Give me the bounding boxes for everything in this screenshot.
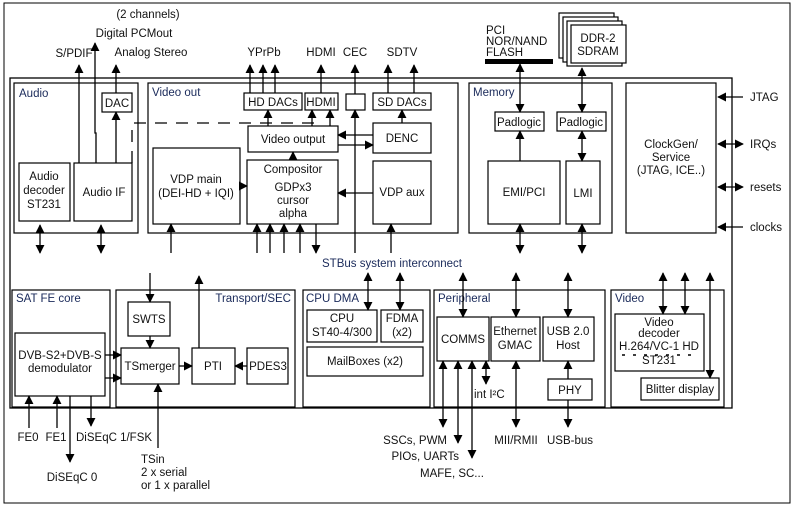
flash-bar	[485, 59, 553, 64]
audio-decoder-label: Audio	[29, 171, 58, 183]
label-mafe: MAFE, SC...	[420, 468, 484, 480]
ethernet-label: Ethernet	[493, 326, 537, 338]
label-2-channels: (2 channels)	[116, 9, 179, 21]
phy-label: PHY	[558, 385, 582, 397]
usb-host-box	[542, 316, 595, 362]
label-tsin: TSin	[141, 454, 165, 466]
svg-text:SDRAM: SDRAM	[577, 46, 619, 58]
label-flash-3: FLASH	[486, 47, 523, 59]
label-mii: MII/RMII	[494, 435, 537, 447]
peripheral-title: Peripheral	[438, 293, 490, 305]
blitter-label: Blitter display	[646, 384, 715, 396]
svg-text:DDR-2: DDR-2	[580, 33, 615, 45]
audio-if-label: Audio IF	[83, 187, 126, 199]
tsmerger-label: TSmerger	[124, 361, 175, 373]
usb-label: USB 2.0	[547, 326, 590, 338]
transport-title: Transport/SEC	[215, 293, 291, 305]
video-decoder-codecs: H.264/VC-1 HD	[619, 341, 699, 353]
audio-decoder-label-2: decoder	[23, 185, 65, 197]
denc-label: DENC	[386, 133, 419, 145]
stbus-label: STBus system interconnect	[322, 258, 463, 270]
label-clocks: clocks	[750, 222, 782, 234]
label-analog-stereo: Analog Stereo	[115, 47, 188, 59]
label-sdtv: SDTV	[387, 47, 418, 59]
compositor-gdp: GDPx3	[274, 182, 311, 194]
emi-pci-label: EMI/PCI	[503, 187, 546, 199]
video-decoder-core: ST231	[642, 355, 676, 367]
pdes3-label: PDES3	[249, 361, 287, 373]
compositor-label: Compositor	[264, 164, 323, 176]
mailboxes-label: MailBoxes (x2)	[327, 356, 403, 368]
label-spdif: S/PDIF	[55, 48, 92, 60]
cpu-model: ST40-4/300	[312, 327, 372, 339]
vdp-aux-label: VDP aux	[379, 187, 424, 199]
vdp-main-sub: (DEI-HD + IQI)	[158, 188, 234, 200]
video-output-label: Video output	[261, 134, 326, 146]
hd-dacs-label: HD DACs	[248, 97, 298, 109]
cpu-label: CPU	[330, 313, 354, 325]
int-i2c-label: int I²C	[474, 389, 505, 401]
dac-label: DAC	[105, 98, 129, 110]
fdma-count: (x2)	[392, 327, 412, 339]
video-decoder-label-2: decoder	[638, 328, 680, 340]
label-digital-pcmout: Digital PCMout	[96, 28, 173, 40]
demod-label-2: demodulator	[28, 363, 92, 375]
cpu-dma-title: CPU DMA	[306, 293, 359, 305]
audio-title: Audio	[19, 88, 48, 100]
label-pios: PIOs, UARTs	[391, 451, 459, 463]
label-jtag: JTAG	[750, 92, 779, 104]
padlogic-lmi-label: Padlogic	[559, 117, 603, 129]
demod-label: DVB-S2+DVB-S	[18, 350, 102, 362]
comms-label: COMMS	[441, 334, 485, 346]
audio-decoder-label-3: ST231	[27, 199, 61, 211]
pti-label: PTI	[204, 361, 222, 373]
video-title: Video	[615, 293, 644, 305]
usb-host: Host	[556, 340, 580, 352]
label-diseqc0: DiSEqC 0	[47, 472, 98, 484]
memory-title: Memory	[473, 87, 515, 99]
label-cec: CEC	[343, 47, 367, 59]
label-fe1: FE1	[45, 432, 66, 444]
sat-fe-title: SAT FE core	[16, 293, 81, 305]
label-tsin-3: or 1 x parallel	[141, 480, 210, 492]
hdmi-label: HDMI	[306, 97, 335, 109]
ddr-sdram-stack: DDR-2 SDRAM	[558, 12, 627, 67]
clockgen-label: ClockGen/	[644, 139, 698, 151]
video-out-title: Video out	[152, 87, 201, 99]
ethernet-gmac: GMAC	[498, 340, 533, 352]
label-diseqc1: DiSEqC 1/FSK	[76, 432, 152, 444]
label-fe0: FE0	[17, 432, 38, 444]
label-hdmi: HDMI	[306, 47, 335, 59]
label-tsin-2: 2 x serial	[141, 467, 187, 479]
label-sscs: SSCs, PWM	[383, 435, 447, 447]
clockgen-label-2: Service	[652, 152, 690, 164]
padlogic-emi-label: Padlogic	[497, 117, 541, 129]
sd-dacs-label: SD DACs	[377, 97, 426, 109]
compositor-cursor: cursor	[277, 195, 309, 207]
soc-block-diagram: (2 channels) Digital PCMout S/PDIF Analo…	[3, 2, 791, 504]
label-resets: resets	[750, 182, 782, 194]
compositor-alpha: alpha	[279, 208, 308, 220]
swts-label: SWTS	[132, 314, 166, 326]
cec-box	[345, 93, 366, 111]
label-yprpb: YPrPb	[247, 47, 280, 59]
lmi-label: LMI	[573, 188, 592, 200]
ethernet-box	[490, 316, 541, 362]
vdp-main-box	[152, 147, 241, 225]
clockgen-label-3: (JTAG, ICE..)	[637, 165, 705, 177]
vdp-main-label: VDP main	[170, 174, 222, 186]
label-irqs: IRQs	[750, 139, 776, 151]
fdma-label: FDMA	[386, 313, 419, 325]
label-usb-bus: USB-bus	[547, 435, 593, 447]
